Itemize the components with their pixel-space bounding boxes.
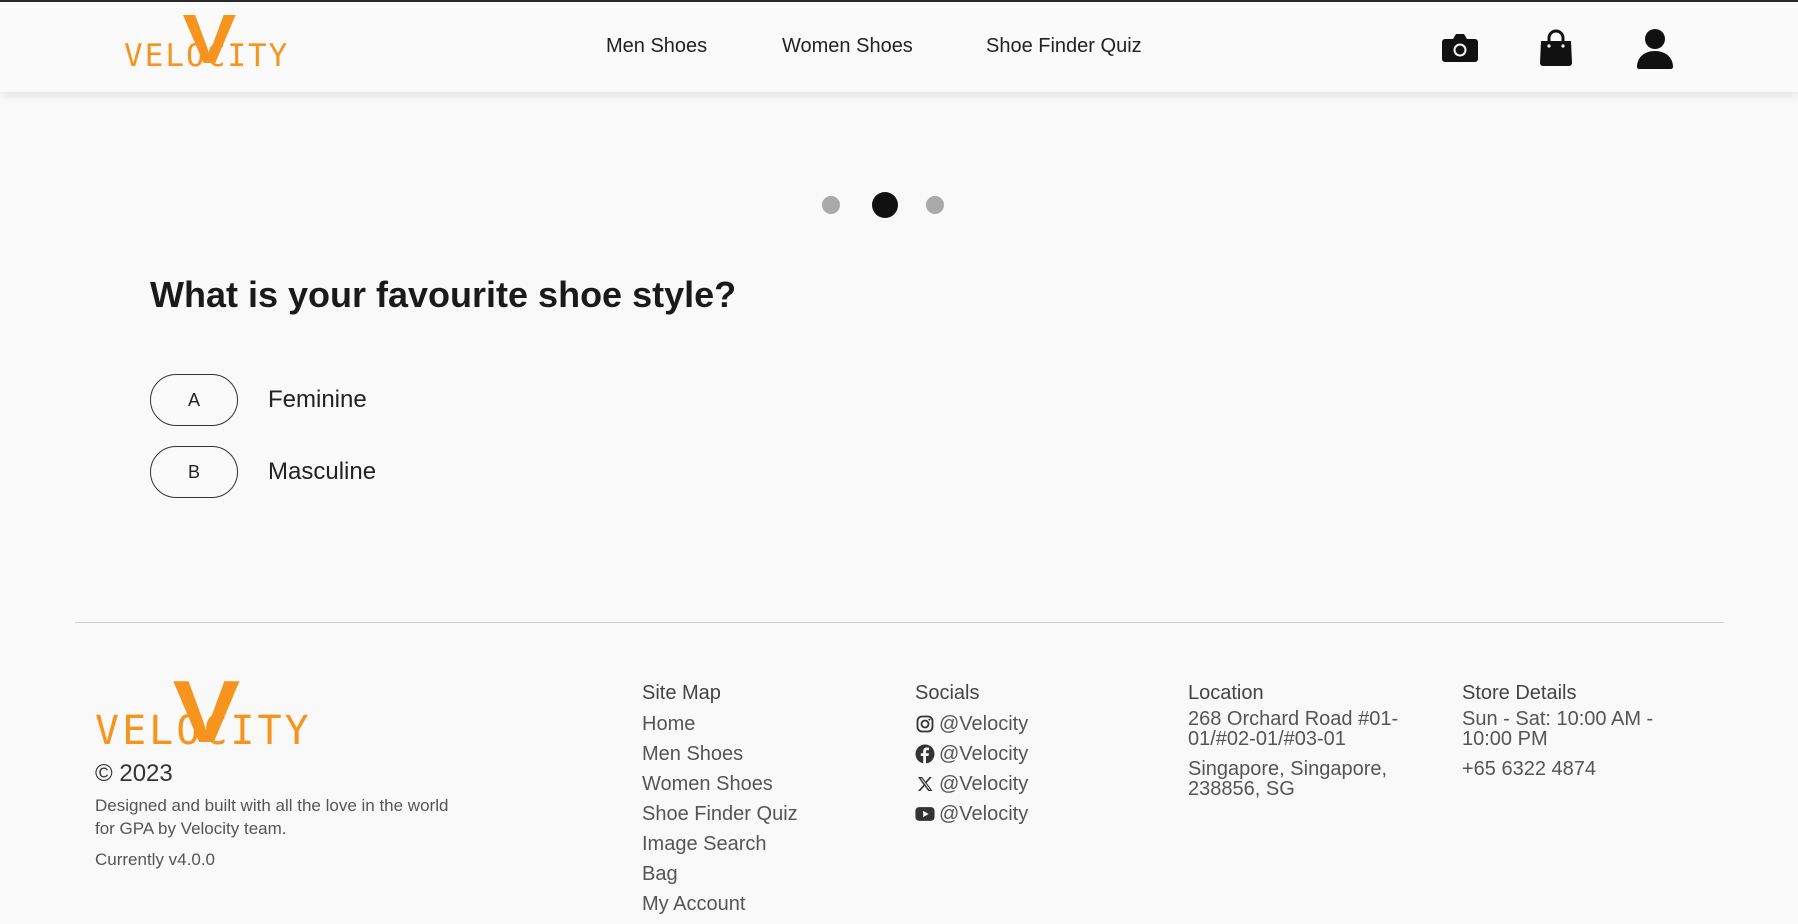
option-key-button[interactable]: A (150, 374, 238, 426)
progress-step-1[interactable] (822, 196, 840, 214)
youtube-icon (915, 804, 935, 824)
social-youtube[interactable]: @Velocity (915, 799, 1175, 829)
option-key-button[interactable]: B (150, 446, 238, 498)
social-handle[interactable]: @Velocity (939, 799, 1028, 829)
store-details-title: Store Details (1462, 682, 1577, 704)
site-header: V VELOCITY Men Shoes Women Shoes Shoe Fi… (0, 2, 1798, 92)
sitemap-link-men-shoes[interactable]: Men Shoes (642, 739, 902, 769)
progress-step-2-active[interactable] (872, 192, 898, 218)
sitemap-link-home[interactable]: Home (642, 709, 902, 739)
location-line-1: 268 Orchard Road #01-01/#02-01/#03-01 (1188, 708, 1399, 750)
option-label[interactable]: Feminine (268, 386, 367, 414)
header-logo[interactable]: V VELOCITY (124, 4, 314, 76)
footer-sitemap: Site Map Home Men Shoes Women Shoes Shoe… (642, 681, 902, 919)
social-handle[interactable]: @Velocity (939, 709, 1028, 739)
sitemap-link-image-search[interactable]: Image Search (642, 829, 902, 859)
footer-socials: Socials @Velocity @Velocity @Velocity @V… (915, 681, 1175, 829)
nav-men-shoes[interactable]: Men Shoes (606, 35, 707, 58)
sitemap-link-my-account[interactable]: My Account (642, 889, 902, 919)
social-instagram[interactable]: @Velocity (915, 709, 1175, 739)
progress-step-3[interactable] (926, 196, 944, 214)
nav-shoe-finder-quiz[interactable]: Shoe Finder Quiz (986, 35, 1142, 58)
location-line-2: Singapore, Singapore, 238856, SG (1188, 758, 1388, 800)
store-hours: Sun - Sat: 10:00 AM - 10:00 PM (1462, 708, 1654, 750)
store-phone: +65 6322 4874 (1462, 758, 1597, 780)
instagram-icon (915, 714, 935, 734)
socials-title: Socials (915, 682, 980, 704)
social-x[interactable]: @Velocity (915, 769, 1175, 799)
version-text: Currently v4.0.0 (95, 850, 215, 869)
copyright: © 2023 (95, 760, 173, 787)
facebook-icon (915, 744, 935, 764)
social-handle[interactable]: @Velocity (939, 739, 1028, 769)
quiz-progress (822, 192, 952, 218)
x-twitter-icon (915, 774, 935, 794)
location-title: Location (1188, 682, 1264, 704)
social-handle[interactable]: @Velocity (939, 769, 1028, 799)
quiz-question: What is your favourite shoe style? (150, 274, 737, 315)
sitemap-link-women-shoes[interactable]: Women Shoes (642, 769, 902, 799)
sitemap-link-bag[interactable]: Bag (642, 859, 902, 889)
footer-store-details: Store Details Sun - Sat: 10:00 AM - 10:0… (1462, 681, 1682, 789)
social-facebook[interactable]: @Velocity (915, 739, 1175, 769)
camera-icon[interactable] (1440, 28, 1480, 68)
footer-location: Location 268 Orchard Road #01-01/#02-01/… (1188, 681, 1428, 809)
sitemap-title: Site Map (642, 682, 721, 704)
footer-divider (75, 622, 1724, 623)
user-icon[interactable] (1635, 28, 1675, 69)
shopping-bag-icon[interactable] (1536, 28, 1576, 68)
nav-women-shoes[interactable]: Women Shoes (782, 35, 913, 58)
sitemap-link-shoe-finder-quiz[interactable]: Shoe Finder Quiz (642, 799, 902, 829)
footer-logo[interactable]: V VELOCITY (95, 668, 345, 756)
footer-description: Designed and built with all the love in … (95, 796, 449, 838)
option-label[interactable]: Masculine (268, 458, 376, 486)
